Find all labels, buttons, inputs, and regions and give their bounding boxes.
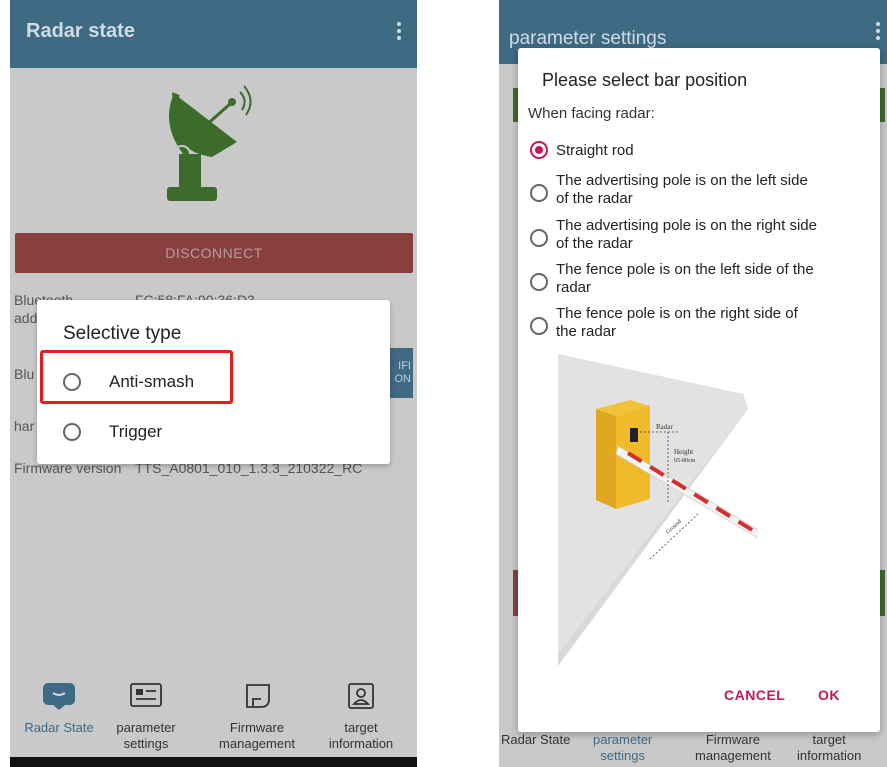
option-label: Trigger — [109, 422, 163, 441]
radio-unchecked-icon[interactable] — [530, 273, 548, 291]
wifi-button[interactable]: IFI ON — [387, 348, 413, 398]
option-straight-rod[interactable]: Straight rod — [530, 137, 876, 160]
option-label: Straight rod — [556, 142, 634, 159]
bar-position-dialog: Please select bar position When facing r… — [518, 48, 880, 732]
bottom-navigation: Radar State parameter settings Firmware ma… — [10, 673, 417, 767]
option-label: The fence pole is on the left side of th… — [556, 261, 814, 296]
option-fence-pole-left[interactable]: The fence pole is on the left side of th… — [530, 261, 876, 297]
page-title: Radar state — [26, 20, 135, 42]
option-label: The fence pole is on the right side of th… — [556, 305, 798, 340]
radar-dish-icon — [167, 85, 252, 201]
nav-firmware-management[interactable]: Firmware management — [202, 681, 312, 752]
nav-parameter-settings-label: parameter settings — [116, 720, 176, 751]
option-trigger[interactable]: Trigger — [63, 417, 162, 447]
illustration-label-ground: Ground — [665, 519, 683, 536]
system-navigation-bar — [10, 757, 417, 767]
illustration-label-height: Height — [674, 448, 693, 456]
annotation-highlight-box — [40, 350, 233, 404]
nav-target-information-label: target information — [328, 720, 394, 751]
nav-target-information[interactable]: target information — [797, 732, 861, 764]
nav-target-information[interactable]: target information — [315, 681, 407, 752]
option-label: The advertising pole is on the right sid… — [556, 217, 817, 252]
option-advertising-pole-right[interactable]: The advertising pole is on the right sid… — [530, 217, 876, 253]
bluetooth-name-label: Blu — [14, 366, 35, 382]
wifi-button-label-2: ON — [394, 373, 412, 385]
overflow-menu-icon[interactable] — [876, 22, 882, 40]
nav-radar-state[interactable]: Radar State — [501, 732, 570, 748]
barrier-gate-illustration: Radar Height 65-80cm Ground — [558, 354, 758, 666]
nav-radar-state-label: Radar State — [24, 720, 94, 735]
option-label: The advertising pole is on the left side… — [556, 172, 808, 207]
target-information-icon — [348, 683, 374, 709]
wifi-button-label-1: IFI — [398, 360, 411, 372]
illustration-label-radar: Radar — [656, 423, 673, 431]
firmware-management-icon — [246, 684, 270, 708]
nav-radar-state[interactable]: Radar State — [14, 681, 104, 736]
radio-unchecked-icon[interactable] — [530, 229, 548, 247]
app-bar: Radar state — [10, 0, 417, 68]
dialog-title: Please select bar position — [542, 70, 748, 90]
dialog-subtitle: When facing radar: — [528, 105, 655, 122]
radio-checked-icon[interactable] — [530, 141, 548, 159]
page-title: parameter settings — [509, 28, 667, 49]
selective-type-dialog: Selective type Anti-smash Trigger — [37, 300, 390, 464]
disconnect-button[interactable]: DISCONNECT — [15, 233, 413, 273]
dialog-title: Selective type — [63, 323, 182, 344]
illustration-label-height-range: 65-80cm — [674, 458, 696, 464]
ok-button[interactable]: OK — [818, 687, 840, 703]
radio-unchecked-icon[interactable] — [63, 423, 81, 441]
hardware-label: har — [14, 418, 35, 434]
radar-state-icon — [43, 683, 75, 710]
radio-unchecked-icon[interactable] — [530, 317, 548, 335]
nav-parameter-settings[interactable]: parameter settings — [106, 681, 186, 752]
nav-firmware-management[interactable]: Firmware management — [695, 732, 771, 764]
overflow-menu-icon[interactable] — [397, 22, 403, 43]
option-advertising-pole-left[interactable]: The advertising pole is on the left side… — [530, 172, 876, 208]
nav-firmware-management-label: Firmware management — [219, 720, 295, 751]
cancel-button[interactable]: CANCEL — [724, 687, 785, 703]
radio-unchecked-icon[interactable] — [530, 184, 548, 202]
parameter-settings-icon — [130, 683, 162, 707]
nav-parameter-settings[interactable]: parameter settings — [593, 732, 652, 764]
option-fence-pole-right[interactable]: The fence pole is on the right side of th… — [530, 305, 876, 341]
